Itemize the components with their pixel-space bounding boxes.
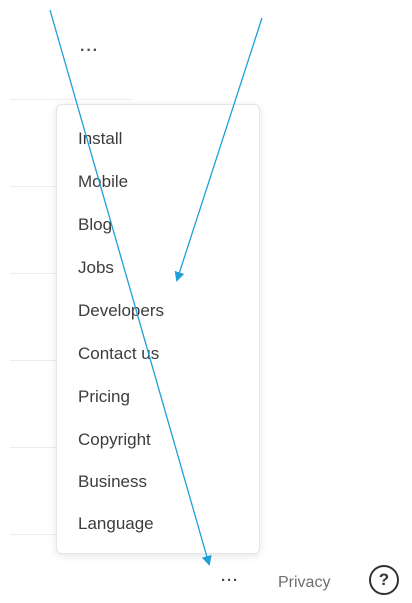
footer-more-button[interactable]: ···: [221, 572, 239, 589]
menu-item-pricing[interactable]: Pricing: [78, 387, 130, 407]
menu-item-mobile[interactable]: Mobile: [78, 172, 128, 192]
divider: [10, 186, 56, 187]
divider: [10, 273, 56, 274]
privacy-link[interactable]: Privacy: [278, 574, 330, 592]
menu-item-jobs[interactable]: Jobs: [78, 258, 114, 278]
divider: [10, 360, 56, 361]
menu-item-developers[interactable]: Developers: [78, 301, 164, 321]
divider: [10, 534, 56, 535]
menu-item-copyright[interactable]: Copyright: [78, 430, 151, 450]
menu-item-contact-us[interactable]: Contact us: [78, 344, 159, 364]
dropdown-menu: Install Mobile Blog Jobs Developers Cont…: [56, 104, 260, 554]
divider: [10, 99, 132, 100]
menu-item-blog[interactable]: Blog: [78, 215, 112, 235]
menu-item-language[interactable]: Language: [78, 514, 154, 534]
top-more-button[interactable]: ···: [80, 42, 99, 60]
help-icon: ?: [378, 570, 390, 589]
divider: [10, 447, 56, 448]
help-button[interactable]: ?: [369, 565, 399, 595]
menu-item-business[interactable]: Business: [78, 472, 147, 492]
menu-item-install[interactable]: Install: [78, 129, 122, 149]
